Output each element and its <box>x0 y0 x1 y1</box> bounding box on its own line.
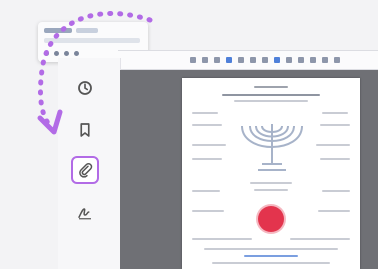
viewer-sidebar <box>58 58 121 269</box>
toolbar-icon[interactable] <box>226 57 232 63</box>
attachment-icon <box>79 162 93 178</box>
toolbar-icon[interactable] <box>322 57 328 63</box>
toolbar-icon[interactable] <box>54 50 59 56</box>
toolbar-icon[interactable] <box>274 57 280 63</box>
text-line <box>250 182 292 184</box>
menorah-emblem-icon <box>241 124 303 171</box>
signature-icon <box>78 208 91 220</box>
toolbar-icon[interactable] <box>298 57 304 63</box>
text-line <box>192 238 252 240</box>
text-line <box>290 238 350 240</box>
toolbar-icon[interactable] <box>44 50 49 56</box>
toolbar-icon[interactable] <box>310 57 316 63</box>
toolbar-icon[interactable] <box>250 57 256 63</box>
text-line <box>192 124 222 126</box>
bookmark-icon <box>80 123 90 137</box>
toolbar-icon[interactable] <box>214 57 220 63</box>
text-line <box>192 112 218 114</box>
link-text[interactable] <box>244 255 298 257</box>
text-line <box>254 189 288 191</box>
text-line <box>316 144 350 146</box>
browser-tab[interactable] <box>76 28 98 33</box>
text-line <box>222 94 320 96</box>
text-line <box>192 210 224 212</box>
browser-tab[interactable] <box>44 28 72 33</box>
toolbar-icon[interactable] <box>202 57 208 63</box>
sidebar-item-bookmarks[interactable] <box>71 116 99 144</box>
text-line <box>320 124 350 126</box>
toolbar-icon[interactable] <box>262 57 268 63</box>
pdf-viewer-app <box>0 0 378 269</box>
text-line <box>234 100 308 102</box>
toolbar-icon[interactable] <box>334 57 340 63</box>
text-line <box>192 158 222 160</box>
red-seal-stamp <box>258 206 284 232</box>
document-viewport[interactable] <box>120 70 378 269</box>
toolbar-icon[interactable] <box>286 57 292 63</box>
sidebar-item-history[interactable] <box>71 74 99 102</box>
sidebar-item-signatures[interactable] <box>71 198 99 226</box>
text-line <box>320 158 350 160</box>
sidebar-item-attachments[interactable] <box>71 156 99 184</box>
text-line <box>204 248 338 250</box>
clock-history-icon <box>78 81 92 95</box>
text-line <box>254 86 288 88</box>
text-line <box>322 190 350 192</box>
text-line <box>322 112 348 114</box>
toolbar-icon[interactable] <box>190 57 196 63</box>
document-page[interactable] <box>182 78 360 269</box>
toolbar-icon[interactable] <box>64 50 69 56</box>
browser-tab-bar <box>44 28 132 33</box>
text-line <box>192 190 220 192</box>
toolbar-icon[interactable] <box>238 57 244 63</box>
text-line <box>212 262 330 264</box>
toolbar-icon[interactable] <box>74 50 79 56</box>
text-line <box>192 144 226 146</box>
address-bar[interactable] <box>44 38 140 43</box>
text-line <box>318 210 350 212</box>
viewer-toolbar <box>118 50 378 70</box>
